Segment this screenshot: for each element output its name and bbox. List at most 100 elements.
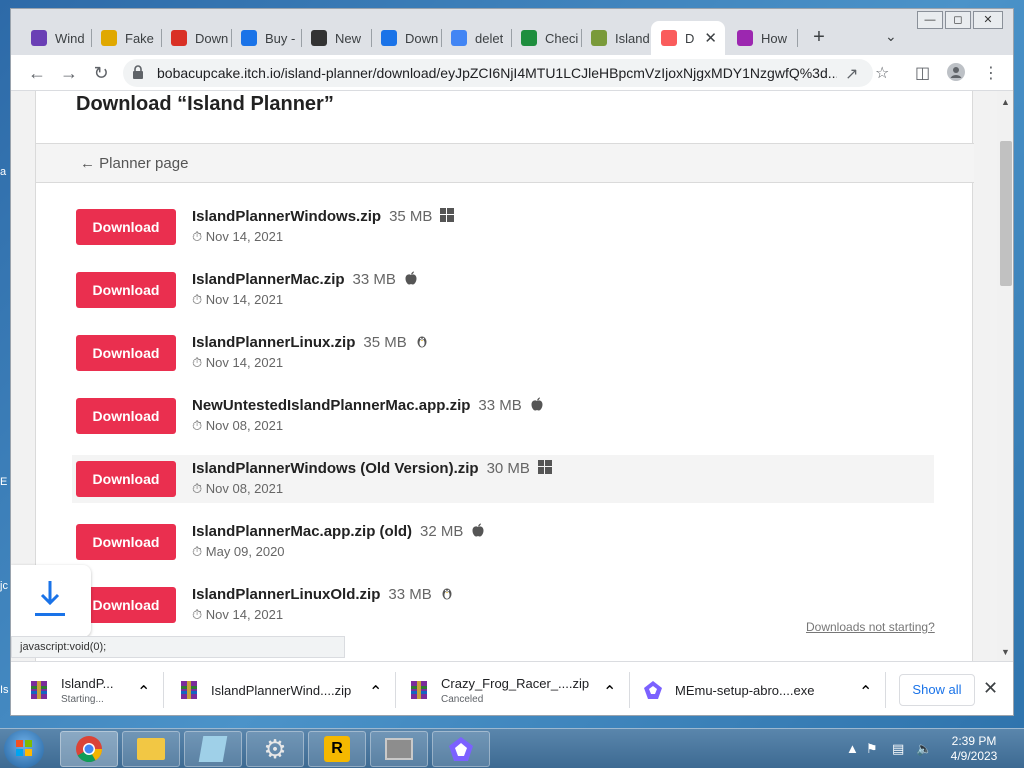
stopwatch-icon: ⏱ (192, 292, 203, 307)
maximize-button[interactable]: ◻ (945, 11, 971, 29)
network-icon[interactable]: ▤ (892, 741, 904, 757)
browser-tab[interactable]: Island (581, 23, 651, 53)
chevron-up-icon[interactable]: ⌃ (603, 682, 616, 702)
desktop-icon-fragment: a (0, 166, 7, 178)
download-item[interactable]: IslandPlannerWind....zip (179, 662, 351, 715)
reload-icon[interactable]: ↻ (89, 61, 113, 85)
file-name: NewUntestedIslandPlannerMac.app.zip 33 MB (192, 397, 544, 414)
file-name-text: IslandPlannerMac.zip (192, 271, 345, 288)
tab-label: Wind (55, 30, 85, 46)
browser-tab[interactable]: How (727, 23, 797, 53)
show-hidden-icons-arrow-icon[interactable]: ▲ (846, 741, 859, 756)
download-button[interactable]: Download (76, 398, 176, 434)
file-name: IslandPlannerWindows.zip 35 MB (192, 208, 455, 225)
share-icon[interactable]: ↗ (845, 64, 858, 84)
download-button[interactable]: Download (76, 272, 176, 308)
itch-io-icon (661, 30, 677, 46)
action-center-flag-icon[interactable]: ⚑ (866, 741, 878, 757)
scroll-down-arrow-icon[interactable]: ▼ (1001, 647, 1010, 657)
forward-arrow-icon[interactable]: → (57, 61, 81, 85)
github-icon (311, 30, 327, 46)
chevron-up-icon[interactable]: ⌃ (137, 682, 150, 702)
show-all-button[interactable]: Show all (899, 674, 975, 706)
file-date: ⏱ Nov 14, 2021 (192, 292, 283, 308)
download-button[interactable]: Download (76, 587, 176, 623)
download-filename: IslandP... (61, 675, 114, 691)
download-card: Download “Island Planner” ← Planner page… (35, 91, 974, 661)
browser-tab[interactable]: Down (161, 23, 231, 53)
downloads-not-starting-link[interactable]: Downloads not starting? (806, 620, 935, 634)
tab-search-chevron-icon[interactable]: ⌄ (885, 28, 897, 45)
tab-label: Down (405, 30, 439, 46)
file-size: 35 MB (363, 334, 407, 351)
browser-tab[interactable]: delet (441, 23, 511, 53)
file-name-text: IslandPlannerLinuxOld.zip (192, 586, 381, 603)
download-item[interactable]: Crazy_Frog_Racer_....zip Canceled (409, 662, 590, 715)
file-name-text: IslandPlannerMac.app.zip (old) (192, 523, 413, 540)
notepad-taskbar-button[interactable] (184, 731, 242, 767)
bookmark-star-icon[interactable]: ☆ (875, 63, 889, 83)
linux-tux-icon (407, 334, 429, 351)
settings-taskbar-button[interactable]: ⚙ (246, 731, 304, 767)
address-bar[interactable]: bobacupcake.itch.io/island-planner/downl… (123, 59, 873, 87)
store-icon (241, 30, 257, 46)
tab-label: D (685, 30, 695, 46)
profile-avatar-icon[interactable] (947, 63, 965, 86)
taskbar: ⚙ R ▲ ⚑ ▤ 🔈 2:39 PM 4/9/2023 (0, 728, 1024, 768)
file-date-text: Nov 14, 2021 (205, 355, 284, 370)
browser-window: + ⌄ — ◻ ✕ Wind Fake Down Buy - New Down delet C… (10, 8, 1014, 716)
kebab-menu-icon[interactable]: ⋮ (983, 63, 999, 83)
close-shelf-icon[interactable]: ✕ (983, 678, 998, 699)
browser-tab[interactable]: Wind (21, 23, 91, 53)
planner-page-link[interactable]: ← Planner page (80, 155, 188, 172)
close-window-button[interactable]: ✕ (973, 11, 1003, 29)
stopwatch-icon: ⏱ (192, 544, 203, 559)
chevron-up-icon[interactable]: ⌃ (369, 682, 382, 702)
new-tab-button[interactable]: + (807, 26, 831, 49)
download-site-icon (171, 30, 187, 46)
download-button[interactable]: Download (76, 524, 176, 560)
chrome-taskbar-button[interactable] (60, 731, 118, 767)
browser-tab[interactable]: Checi (511, 23, 581, 53)
browser-tab[interactable]: New (301, 23, 371, 53)
browser-tab[interactable]: Fake (91, 23, 161, 53)
start-button[interactable] (4, 730, 44, 768)
download-button[interactable]: Download (76, 461, 176, 497)
rockstar-taskbar-button[interactable]: R (308, 731, 366, 767)
app-taskbar-button[interactable] (370, 731, 428, 767)
download-file-row: Download IslandPlannerLinuxOld.zip 33 MB ⏱ … (72, 586, 934, 635)
stopwatch-icon: ⏱ (192, 229, 203, 244)
file-size: 33 MB (352, 271, 396, 288)
download-button[interactable]: Download (76, 335, 176, 371)
browser-tab[interactable]: D ✕ (651, 21, 725, 55)
volume-muted-icon[interactable]: 🔈 (916, 741, 932, 757)
download-item[interactable]: MEmu-setup-abro....exe (643, 662, 815, 715)
download-button[interactable]: Download (76, 209, 176, 245)
close-tab-icon[interactable]: ✕ (704, 29, 717, 47)
windows-logo-icon (16, 740, 32, 756)
side-panel-icon[interactable]: ◫ (915, 63, 930, 83)
vertical-scrollbar[interactable]: ▲ ▼ (997, 91, 1013, 661)
memu-taskbar-button[interactable] (432, 731, 490, 767)
download-indicator[interactable] (11, 565, 91, 637)
gear-icon: ⚙ (263, 733, 287, 764)
scroll-up-arrow-icon[interactable]: ▲ (1001, 97, 1010, 107)
chevron-up-icon[interactable]: ⌃ (859, 682, 872, 702)
browser-tab[interactable]: Down (371, 23, 441, 53)
shelf-separator (629, 672, 630, 708)
minimize-button[interactable]: — (917, 11, 943, 29)
browser-tab[interactable]: Buy - (231, 23, 301, 53)
explorer-taskbar-button[interactable] (122, 731, 180, 767)
download-item[interactable]: IslandP... Starting... (29, 662, 114, 715)
tab-label: Buy - (265, 30, 296, 46)
file-size: 33 MB (388, 586, 432, 603)
download-filename: Crazy_Frog_Racer_....zip (441, 675, 590, 691)
tab-label: Checi (545, 30, 579, 46)
stopwatch-icon: ⏱ (192, 355, 203, 370)
tab-label: How (761, 30, 788, 46)
system-clock[interactable]: 2:39 PM 4/9/2023 (946, 734, 1002, 764)
scrollbar-thumb[interactable] (1000, 141, 1012, 286)
download-filename: MEmu-setup-abro....exe (675, 682, 815, 698)
apple-logo-icon (522, 397, 544, 414)
back-arrow-icon[interactable]: ← (25, 61, 49, 85)
